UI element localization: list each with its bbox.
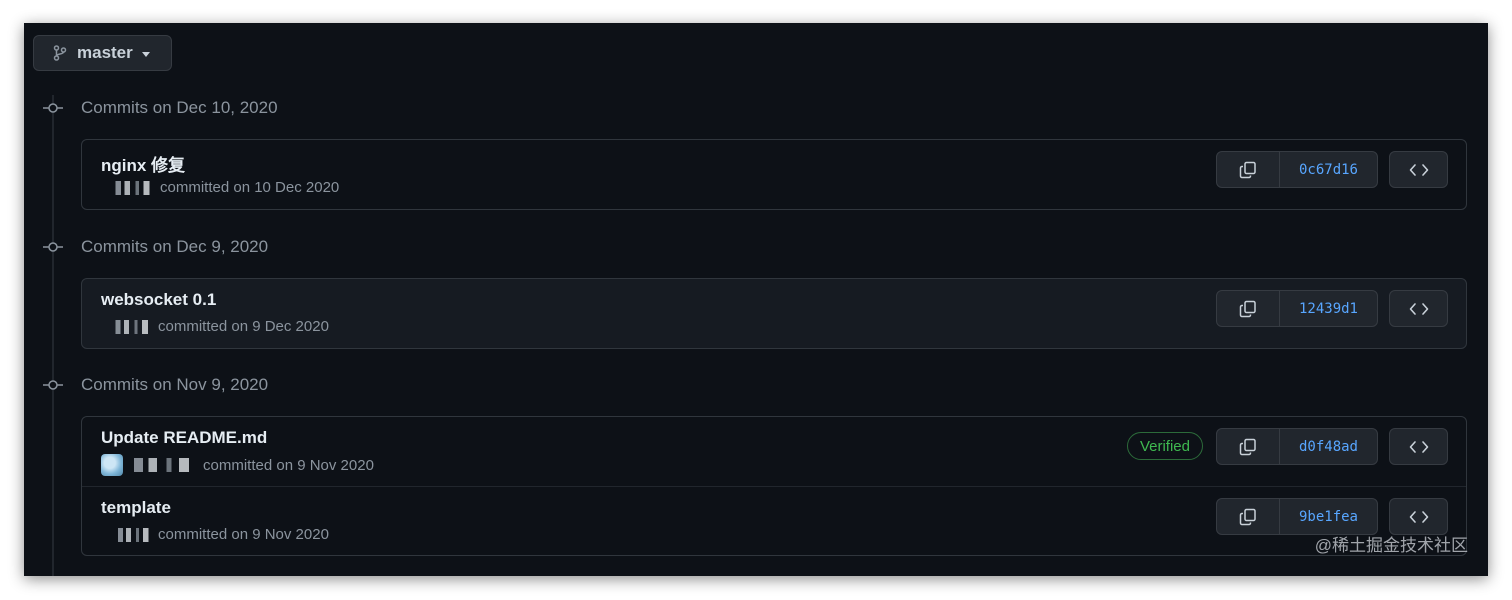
commit-list: Update README.md committed on 9 Nov 2020… [81, 416, 1467, 556]
copy-sha-button[interactable] [1217, 499, 1280, 534]
code-icon [1409, 302, 1428, 315]
git-commit-icon [43, 376, 63, 399]
commit-meta: committed on 9 Dec 2020 [101, 318, 329, 335]
timeline-line [52, 95, 54, 576]
commit-sha-link[interactable]: 9be1fea [1280, 499, 1377, 534]
watermark: @稀土掘金技术社区 [1314, 536, 1468, 555]
commit-row: template committed on 9 Nov 2020 9be1fea [82, 486, 1466, 555]
commit-actions: d0f48ad [1216, 428, 1378, 465]
commit-list: websocket 0.1 committed on 9 Dec 2020 12… [81, 278, 1467, 349]
commit-actions: 9be1fea [1216, 498, 1378, 535]
commit-actions: 12439d1 [1216, 290, 1378, 327]
copy-icon [1239, 508, 1256, 525]
copy-sha-button[interactable] [1217, 152, 1280, 187]
commit-list: nginx 修复 committed on 10 Dec 2020 0c67d1… [81, 139, 1467, 210]
commit-row: websocket 0.1 committed on 9 Dec 2020 12… [82, 279, 1466, 348]
commit-date: committed on 9 Nov 2020 [158, 526, 329, 543]
commit-sha-link[interactable]: 12439d1 [1280, 291, 1377, 326]
copy-sha-button[interactable] [1217, 291, 1280, 326]
git-branch-icon [53, 45, 67, 61]
commit-meta: committed on 9 Nov 2020 [101, 526, 329, 543]
code-icon [1409, 440, 1428, 453]
git-commit-icon [43, 99, 63, 122]
branch-select-button[interactable]: master [33, 35, 172, 71]
commit-date: committed on 9 Dec 2020 [158, 318, 329, 335]
commit-meta: committed on 10 Dec 2020 [101, 179, 339, 196]
commit-title-link[interactable]: template [101, 498, 171, 518]
commit-group-title: Commits on Nov 9, 2020 [81, 375, 269, 394]
chevron-down-icon [141, 51, 150, 57]
browse-repo-button[interactable] [1389, 428, 1448, 465]
commit-sha-link[interactable]: d0f48ad [1280, 429, 1377, 464]
copy-icon [1239, 300, 1256, 317]
commit-date: committed on 9 Nov 2020 [203, 456, 374, 474]
author-avatar[interactable] [111, 180, 156, 195]
commit-row: Update README.md committed on 9 Nov 2020… [82, 417, 1466, 486]
author-avatar[interactable] [111, 319, 154, 334]
browse-repo-button[interactable] [1389, 290, 1448, 327]
copy-icon [1239, 438, 1256, 455]
code-icon [1409, 510, 1428, 523]
browse-repo-button[interactable] [1389, 151, 1448, 188]
code-icon [1409, 163, 1428, 176]
git-commit-icon [43, 238, 63, 261]
author-name[interactable] [127, 458, 199, 472]
branch-label: master [77, 43, 133, 62]
commit-actions: 0c67d16 [1216, 151, 1378, 188]
author-avatar[interactable] [114, 527, 154, 542]
commit-sha-link[interactable]: 0c67d16 [1280, 152, 1377, 187]
verified-badge[interactable]: Verified [1126, 432, 1203, 460]
commit-meta: committed on 9 Nov 2020 [101, 454, 374, 476]
commit-group-title: Commits on Dec 9, 2020 [81, 237, 269, 256]
commit-history-window: master Commits on Dec 10, 2020 nginx 修复 … [24, 23, 1488, 576]
copy-icon [1239, 161, 1256, 178]
commit-title-link[interactable]: websocket 0.1 [101, 290, 216, 310]
commit-row: nginx 修复 committed on 10 Dec 2020 0c67d1… [82, 140, 1466, 209]
copy-sha-button[interactable] [1217, 429, 1280, 464]
commit-title-link[interactable]: Update README.md [101, 428, 267, 448]
author-avatar[interactable] [101, 454, 123, 476]
commit-group-title: Commits on Dec 10, 2020 [81, 98, 278, 117]
commit-date: committed on 10 Dec 2020 [160, 179, 340, 196]
commit-title-link[interactable]: nginx 修复 [101, 151, 185, 176]
browse-repo-button[interactable] [1389, 498, 1448, 535]
